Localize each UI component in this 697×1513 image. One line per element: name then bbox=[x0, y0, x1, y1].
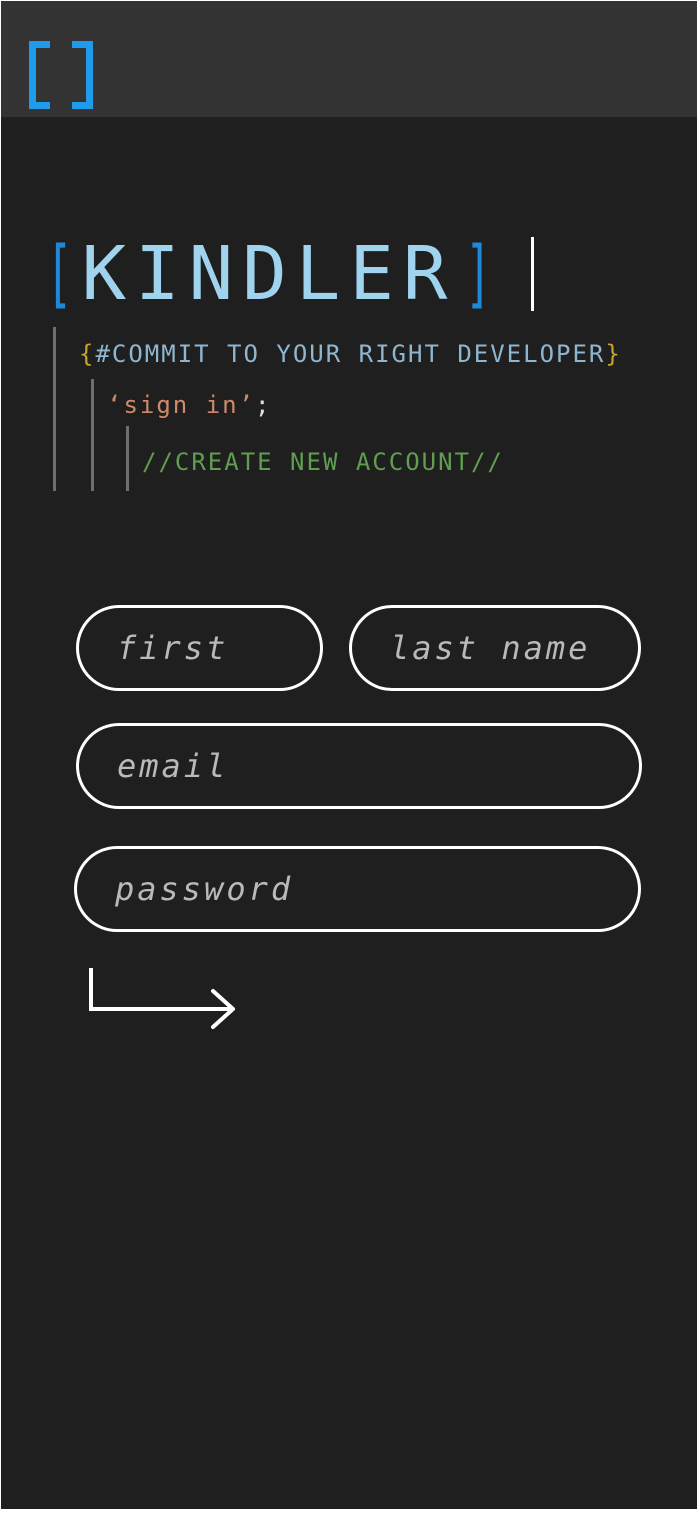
sign-in-link[interactable]: ‘sign in’; bbox=[107, 390, 272, 420]
enter-arrow-icon bbox=[89, 968, 235, 1029]
create-account-heading: //CREATE NEW ACCOUNT// bbox=[142, 448, 504, 476]
top-bar bbox=[1, 1, 697, 117]
tagline-text: #COMMIT TO YOUR RIGHT DEVELOPER bbox=[95, 340, 606, 368]
tagline-close-brace: } bbox=[605, 340, 622, 368]
brand-close-bracket: ] bbox=[465, 231, 493, 317]
submit-button[interactable] bbox=[85, 966, 241, 1036]
first-name-field[interactable] bbox=[76, 605, 323, 691]
email-field[interactable] bbox=[76, 723, 642, 809]
indent-guide-2 bbox=[91, 379, 94, 491]
indent-guide-3 bbox=[126, 426, 129, 491]
tagline-open-brace: { bbox=[79, 340, 96, 368]
bracket-logo-icon[interactable] bbox=[27, 37, 95, 109]
sign-in-semicolon: ; bbox=[255, 391, 272, 419]
logo-left-bracket bbox=[29, 41, 50, 109]
brand-open-bracket: [ bbox=[45, 231, 73, 317]
logo-right-bracket bbox=[72, 41, 93, 109]
sign-in-text: ‘sign in’ bbox=[107, 391, 256, 419]
brand-word: KINDLER bbox=[81, 231, 457, 317]
indent-guide-1 bbox=[53, 327, 56, 491]
last-name-field[interactable] bbox=[349, 605, 641, 691]
email-input[interactable] bbox=[79, 726, 639, 806]
first-name-input[interactable] bbox=[79, 608, 320, 688]
password-input[interactable] bbox=[77, 849, 638, 929]
brand-title: [ KINDLER ] bbox=[37, 231, 534, 317]
password-field[interactable] bbox=[74, 846, 641, 932]
text-caret bbox=[531, 237, 534, 311]
signup-screen: [ KINDLER ] {#COMMIT TO YOUR RIGHT DEVEL… bbox=[1, 1, 697, 1509]
tagline: {#COMMIT TO YOUR RIGHT DEVELOPER} bbox=[79, 339, 622, 369]
last-name-input[interactable] bbox=[352, 608, 638, 688]
